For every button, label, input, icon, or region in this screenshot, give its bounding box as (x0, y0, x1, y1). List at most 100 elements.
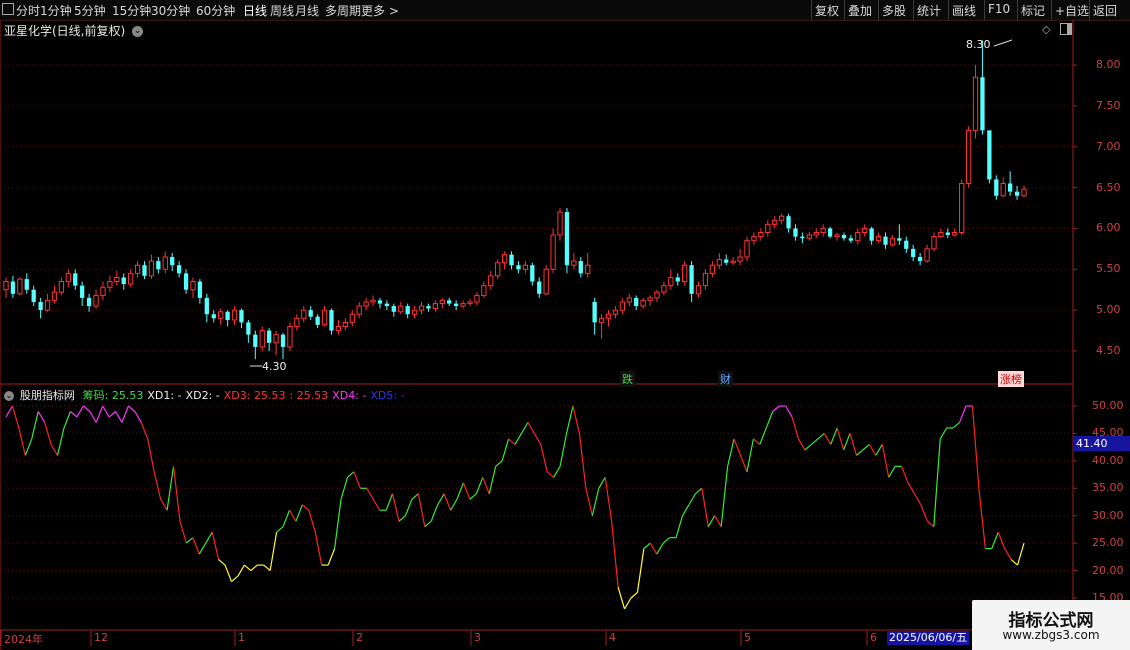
indicator-current-value-text: 41.40 (1076, 437, 1108, 450)
price-axis-label: 4.50 (1096, 344, 1121, 357)
candle-body-up (398, 305, 404, 313)
date-axis-label: 6 (870, 631, 877, 644)
candle-body-down (170, 257, 175, 266)
candle-body-down (142, 265, 147, 276)
indicator-line-segment (250, 564, 258, 572)
stock-title: 亚星化学(日线,前复权) (4, 24, 126, 38)
candle-body-down (315, 316, 320, 325)
watermark: 指标公式网 www.zbgs3.com (972, 600, 1130, 650)
indicator-line-segment (862, 443, 870, 451)
indicator-line-segment (695, 487, 703, 495)
indicator-line-segment (830, 427, 838, 445)
stock-title-bar: 亚星化学(日线,前复权) ⌄ (4, 22, 144, 39)
indicator-line-segment (95, 405, 104, 423)
candle-body-up (1021, 188, 1027, 197)
date-axis-label: 3 (474, 631, 481, 644)
indicator-line-segment (37, 411, 46, 423)
candle-body-up (640, 299, 646, 307)
indicator-line-segment (237, 564, 245, 577)
indicator-line-segment (308, 510, 316, 533)
candle-body-down (10, 281, 16, 294)
chevron-down-icon[interactable]: ⌄ (132, 26, 144, 37)
indicator-line-segment (591, 488, 600, 516)
candle-body-up (3, 281, 9, 291)
indicator-line-segment (707, 515, 716, 527)
indicator-line-segment (443, 493, 452, 511)
candle-body-down (689, 265, 694, 294)
signal-finance: 财 (718, 371, 733, 387)
indicator-line-segment (939, 427, 948, 440)
current-date-text: 2025/06/06/五 (889, 631, 968, 644)
panel-toggle-icon[interactable] (1060, 23, 1072, 35)
indicator-line-segment (785, 405, 793, 418)
candle-body-down (24, 279, 29, 290)
candle-body-up (411, 309, 418, 315)
candle-body-up (778, 215, 785, 221)
indicator-line-segment (282, 510, 291, 527)
candle-body-up (190, 281, 196, 291)
indicator-line-segment (372, 498, 381, 511)
candle-body-up (765, 223, 771, 234)
candle-body-up (93, 294, 99, 307)
indicator-line-segment (810, 438, 819, 445)
indicator-line-segment (881, 444, 890, 478)
candle-body-down (447, 300, 452, 304)
indicator-line-segment (952, 422, 960, 429)
candle-body-up (1000, 182, 1006, 197)
candle-body-down (592, 301, 597, 323)
candle-body-down (246, 322, 251, 335)
date-axis-label: 4 (609, 631, 616, 644)
indicator-name[interactable]: 股朋指标网 (20, 389, 75, 402)
candle-body-up (972, 76, 979, 131)
indicator-line-segment (417, 493, 426, 527)
indicator-header: ⌄ 股朋指标网 筹码: 25.53 XD1: - XD2: - XD3: 25.53:… (4, 387, 405, 403)
indicator-series-value: 25.53 (250, 389, 286, 402)
indicator-line-segment (121, 405, 129, 423)
indicator-line-segment (450, 498, 458, 511)
candle-body-up (287, 325, 293, 348)
indicator-line-segment (50, 444, 59, 456)
candle-body-down (225, 311, 230, 320)
indicator-line-segment (617, 586, 626, 610)
candle-body-down (239, 310, 244, 323)
indicator-line-segment (720, 466, 729, 527)
candle-body-up (65, 272, 71, 283)
price-axis-label: 6.00 (1096, 221, 1121, 235)
indicator-line-segment (759, 427, 767, 445)
indicator-axis-label: 50.00 (1092, 399, 1124, 412)
candle-body-down (793, 228, 798, 237)
indicator-line-segment (288, 509, 297, 522)
indicator-line-segment (585, 488, 593, 516)
candle-body-down (38, 301, 43, 311)
indicator-icon[interactable]: ⌄ (4, 390, 14, 401)
indicator-line-segment (856, 449, 864, 456)
candle-body-up (231, 309, 238, 321)
indicator-line-segment (89, 411, 97, 423)
indicator-line-segment (469, 493, 477, 500)
candle-body-down (564, 212, 570, 266)
candle-body-up (730, 260, 736, 264)
candle-body-up (301, 309, 307, 319)
candle-body-up (585, 264, 591, 274)
diamond-icon[interactable]: ◇ (1042, 23, 1050, 36)
date-axis-label: 5 (744, 631, 751, 644)
candle-body-down (121, 277, 126, 284)
candle-body-up (294, 317, 300, 327)
indicator-line-segment (172, 466, 181, 522)
indicator-line-segment (624, 597, 632, 610)
candle-body-down (634, 297, 639, 307)
indicator-line-segment (147, 438, 155, 472)
indicator-series-value: - (358, 389, 367, 402)
candle-body-up (259, 330, 265, 348)
indicator-line-segment (140, 422, 149, 440)
indicator-line-segment (991, 531, 999, 549)
candle-body-up (432, 303, 439, 310)
candle-body-up (924, 248, 930, 262)
candle-body-up (488, 275, 494, 287)
indicator-line-segment (817, 432, 825, 440)
indicator-line-segment (920, 504, 928, 522)
current-date-label: 2025/06/06/五 (887, 631, 970, 645)
candle-body-up (751, 236, 757, 242)
indicator-line-segment (823, 433, 832, 445)
indicator-line-segment (959, 405, 967, 423)
